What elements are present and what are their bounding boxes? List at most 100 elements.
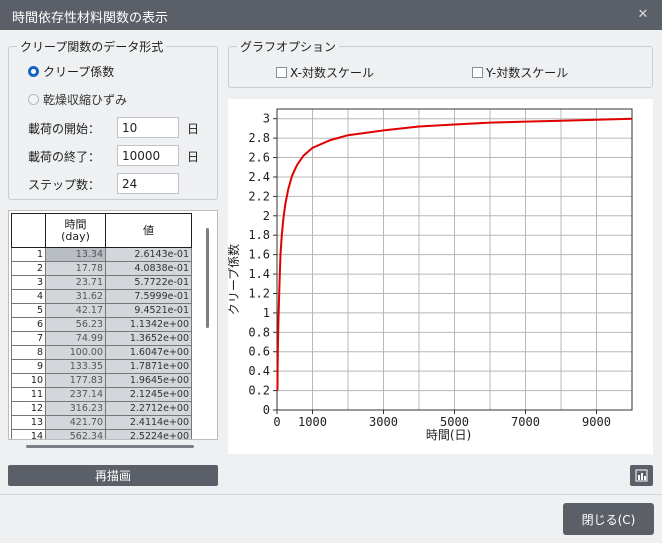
- value-cell[interactable]: 1.7871e+00: [105, 359, 192, 374]
- value-cell[interactable]: 1.9645e+00: [105, 373, 192, 388]
- y-tick-label: 1.4: [248, 267, 270, 281]
- chart-panel: 0 0.2 0.4 0.6 0.8 1 1.2 1.4 1.6 1.8 2 2.2 2.4 2.6 2.8 3…: [226, 99, 653, 454]
- table-row[interactable]: 11 237.14 2.1245e+00: [11, 387, 192, 402]
- creep-chart: 0 0.2 0.4 0.6 0.8 1 1.2 1.4 1.6 1.8 2 2.2 2.4 2.6 2.8 3…: [226, 108, 633, 442]
- table-row[interactable]: 12 316.23 2.2712e+00: [11, 401, 192, 416]
- table-row[interactable]: 3 23.71 5.7722e-01: [11, 275, 192, 290]
- x-tick-label: 3000: [369, 415, 398, 429]
- steps-label: ステップ数：: [28, 178, 101, 192]
- y-tick-label: 0.6: [248, 345, 270, 359]
- data-table-panel: 時間 (day) 値 1 13.34 2.6143e-01 2 17.78 4.0838e…: [8, 210, 218, 440]
- table-header-value: 値: [105, 213, 192, 248]
- time-cell[interactable]: 42.17: [45, 303, 106, 318]
- load-end-input[interactable]: [117, 145, 179, 166]
- value-cell[interactable]: 2.4114e+00: [105, 415, 192, 430]
- radio-creep-coefficient[interactable]: クリープ係数: [28, 63, 114, 79]
- table-row[interactable]: 9 133.35 1.7871e+00: [11, 359, 192, 374]
- row-index-cell: 5: [11, 303, 46, 318]
- time-cell[interactable]: 17.78: [45, 261, 106, 276]
- value-cell[interactable]: 2.6143e-01: [105, 247, 192, 262]
- row-index-cell: 7: [11, 331, 46, 346]
- y-log-scale-label: Y-対数スケール: [486, 66, 569, 80]
- table-row[interactable]: 5 42.17 9.4521e-01: [11, 303, 192, 318]
- row-index-cell: 6: [11, 317, 46, 332]
- close-button[interactable]: 閉じる(C): [563, 503, 654, 535]
- checkbox-unchecked-icon: [276, 67, 287, 78]
- time-cell[interactable]: 133.35: [45, 359, 106, 374]
- value-cell[interactable]: 1.6047e+00: [105, 345, 192, 360]
- row-index-cell: 8: [11, 345, 46, 360]
- table-row[interactable]: 1 13.34 2.6143e-01: [11, 247, 192, 262]
- table-row[interactable]: 13 421.70 2.4114e+00: [11, 415, 192, 430]
- y-log-scale-checkbox[interactable]: Y-対数スケール: [472, 64, 568, 81]
- y-tick-label: 2.8: [248, 131, 270, 145]
- table-horizontal-scrollbar[interactable]: [26, 445, 194, 448]
- y-tick-label: 3: [263, 112, 270, 126]
- row-index-cell: 13: [11, 415, 46, 430]
- close-icon[interactable]: ✕: [632, 4, 654, 26]
- table-row[interactable]: 14 562.34 2.5224e+00: [11, 429, 192, 439]
- bar-chart-icon: [635, 469, 648, 482]
- value-cell[interactable]: 5.7722e-01: [105, 275, 192, 290]
- load-end-label: 載荷の終了：: [28, 150, 101, 164]
- x-log-scale-checkbox[interactable]: X-対数スケール: [276, 64, 374, 81]
- x-tick-label: 0: [273, 415, 280, 429]
- radio-creep-coefficient-label: クリープ係数: [43, 64, 115, 79]
- y-tick-label: 2: [263, 209, 270, 223]
- load-start-input[interactable]: [117, 117, 179, 138]
- time-cell[interactable]: 177.83: [45, 373, 106, 388]
- y-tick-label: 2.6: [248, 151, 270, 165]
- time-cell[interactable]: 237.14: [45, 387, 106, 402]
- time-cell[interactable]: 56.23: [45, 317, 106, 332]
- row-index-cell: 12: [11, 401, 46, 416]
- table-row[interactable]: 10 177.83 1.9645e+00: [11, 373, 192, 388]
- table-row[interactable]: 6 56.23 1.1342e+00: [11, 317, 192, 332]
- time-cell[interactable]: 23.71: [45, 275, 106, 290]
- row-index-cell: 2: [11, 261, 46, 276]
- table-vertical-scrollbar[interactable]: [206, 228, 209, 328]
- row-index-cell: 9: [11, 359, 46, 374]
- row-index-cell: 4: [11, 289, 46, 304]
- redraw-button[interactable]: 再描画: [8, 465, 218, 486]
- time-cell[interactable]: 13.34: [45, 247, 106, 262]
- table-header-time: 時間 (day): [45, 213, 106, 248]
- value-cell[interactable]: 2.1245e+00: [105, 387, 192, 402]
- row-index-cell: 1: [11, 247, 46, 262]
- time-cell[interactable]: 316.23: [45, 401, 106, 416]
- table-row[interactable]: 8 100.00 1.6047e+00: [11, 345, 192, 360]
- value-cell[interactable]: 1.1342e+00: [105, 317, 192, 332]
- y-axis-label: クリープ係数: [228, 244, 241, 315]
- load-start-unit: 日: [187, 122, 200, 136]
- value-cell[interactable]: 2.5224e+00: [105, 429, 192, 439]
- graph-options-group-label: グラフオプション: [237, 38, 340, 55]
- steps-input[interactable]: [117, 173, 179, 194]
- load-end-unit: 日: [187, 150, 200, 164]
- radio-shrinkage-strain[interactable]: 乾燥収縮ひずみ: [28, 91, 127, 107]
- y-tick-label: 0.8: [248, 325, 270, 339]
- y-tick-label: 2.4: [248, 170, 270, 184]
- radio-unselected-icon: [28, 93, 39, 105]
- value-cell[interactable]: 4.0838e-01: [105, 261, 192, 276]
- table-header-index: [11, 213, 46, 248]
- time-cell[interactable]: 421.70: [45, 415, 106, 430]
- value-cell[interactable]: 2.2712e+00: [105, 401, 192, 416]
- table-row[interactable]: 7 74.99 1.3652e+00: [11, 331, 192, 346]
- chart-icon-button[interactable]: [630, 465, 653, 486]
- time-cell[interactable]: 100.00: [45, 345, 106, 360]
- value-cell[interactable]: 1.3652e+00: [105, 331, 192, 346]
- y-tick-label: 1.2: [248, 286, 270, 300]
- x-tick-label: 1000: [298, 415, 327, 429]
- value-cell[interactable]: 9.4521e-01: [105, 303, 192, 318]
- value-cell[interactable]: 7.5999e-01: [105, 289, 192, 304]
- y-tick-label: 0: [263, 403, 270, 417]
- row-index-cell: 11: [11, 387, 46, 402]
- time-cell[interactable]: 31.62: [45, 289, 106, 304]
- time-cell[interactable]: 74.99: [45, 331, 106, 346]
- y-tick-label: 0.2: [248, 384, 270, 398]
- y-tick-label: 1: [263, 306, 270, 320]
- y-tick-label: 2.2: [248, 189, 270, 203]
- table-row[interactable]: 2 17.78 4.0838e-01: [11, 261, 192, 276]
- time-cell[interactable]: 562.34: [45, 429, 106, 439]
- y-tick-label: 0.4: [248, 364, 270, 378]
- table-row[interactable]: 4 31.62 7.5999e-01: [11, 289, 192, 304]
